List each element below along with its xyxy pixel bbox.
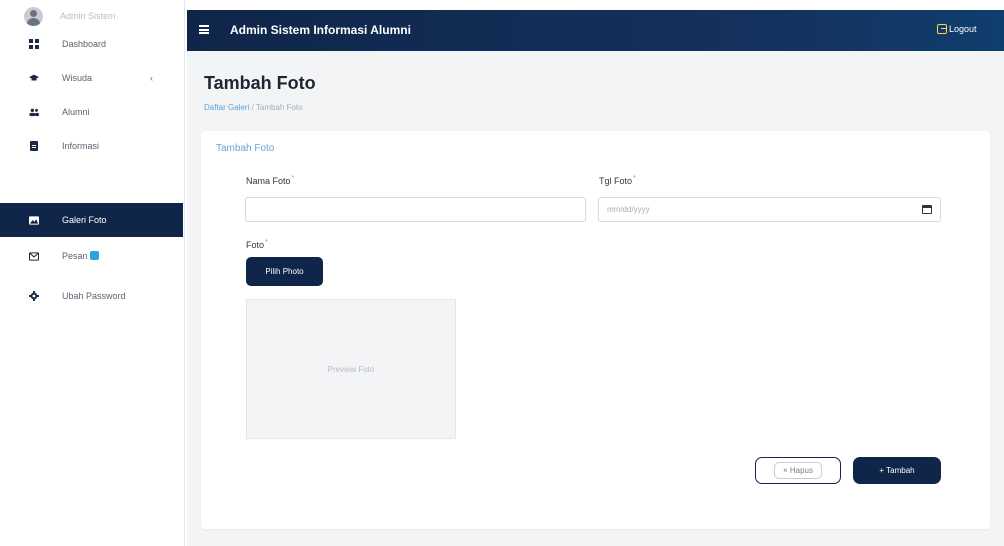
app-title: Admin Sistem Informasi Alumni bbox=[230, 23, 411, 37]
calendar-icon[interactable] bbox=[922, 205, 932, 214]
sidebar-item-label: Pesan bbox=[62, 251, 99, 261]
mail-icon bbox=[29, 251, 39, 261]
image-icon bbox=[29, 215, 39, 225]
nama-foto-input[interactable] bbox=[245, 197, 586, 222]
menu-icon[interactable] bbox=[199, 25, 209, 34]
tgl-foto-input[interactable]: mm/dd/yyyy bbox=[598, 197, 941, 222]
sidebar-item-label: Dashboard bbox=[62, 39, 107, 49]
sidebar-item-galeri-foto[interactable]: Galeri Foto bbox=[0, 203, 183, 237]
sidebar-item-dashboard[interactable]: Dashboard bbox=[0, 27, 183, 61]
sidebar: Admin Sistem Dashboard Wisuda ‹ Alumni I… bbox=[0, 0, 185, 546]
sidebar-item-label: Wisuda bbox=[62, 73, 93, 83]
page-title: Tambah Foto bbox=[204, 73, 316, 93]
logout-icon bbox=[937, 24, 947, 34]
logout-button[interactable]: Logout bbox=[937, 24, 977, 34]
document-icon bbox=[29, 141, 39, 151]
date-placeholder: mm/dd/yyyy bbox=[607, 205, 650, 214]
graduation-cap-icon bbox=[29, 73, 39, 83]
hapus-button[interactable]: × Hapus bbox=[755, 457, 841, 484]
breadcrumb-current: Tambah Foto bbox=[255, 103, 303, 112]
sidebar-item-label: Informasi bbox=[62, 141, 100, 151]
sidebar-item-ubah-password[interactable]: Ubah Password bbox=[0, 279, 183, 313]
pilih-photo-button[interactable]: Pilih Photo bbox=[246, 257, 323, 286]
sidebar-item-label: Galeri Foto bbox=[62, 215, 107, 225]
grid-icon bbox=[29, 39, 39, 49]
tgl-foto-label: Tgl Foto* bbox=[599, 173, 636, 186]
sidebar-item-pesan[interactable]: Pesan bbox=[0, 239, 183, 273]
profile-name: Admin Sistem bbox=[60, 11, 116, 21]
notification-badge bbox=[89, 251, 99, 260]
photo-preview: Preview Foto bbox=[246, 299, 456, 439]
main-content: Tambah Foto Daftar Galeri / Tambah Foto … bbox=[187, 51, 1004, 546]
hapus-label: × Hapus bbox=[773, 462, 823, 479]
top-navbar: Admin Sistem Informasi Alumni Logout bbox=[187, 10, 1004, 51]
avatar bbox=[24, 7, 43, 26]
sidebar-item-informasi[interactable]: Informasi bbox=[0, 129, 183, 163]
card-title: Tambah Foto bbox=[216, 143, 275, 154]
preview-placeholder: Preview Foto bbox=[327, 364, 375, 374]
chevron-left-icon: ‹ bbox=[150, 73, 153, 83]
gear-icon bbox=[29, 291, 39, 301]
breadcrumb: Daftar Galeri / Tambah Foto bbox=[204, 103, 303, 112]
breadcrumb-link-daftar-galeri[interactable]: Daftar Galeri bbox=[204, 103, 249, 112]
sidebar-item-alumni[interactable]: Alumni bbox=[0, 95, 183, 129]
form-card: Tambah Foto Nama Foto* Tgl Foto* mm/dd/y… bbox=[201, 131, 990, 529]
sidebar-item-wisuda[interactable]: Wisuda ‹ bbox=[0, 61, 183, 95]
tambah-button[interactable]: + Tambah bbox=[853, 457, 941, 484]
logout-label: Logout bbox=[949, 24, 977, 34]
sidebar-item-label: Alumni bbox=[62, 107, 90, 117]
sidebar-item-label: Ubah Password bbox=[62, 291, 126, 301]
foto-label: Foto* bbox=[246, 237, 268, 250]
nama-foto-label: Nama Foto* bbox=[246, 173, 295, 186]
users-icon bbox=[29, 107, 39, 117]
